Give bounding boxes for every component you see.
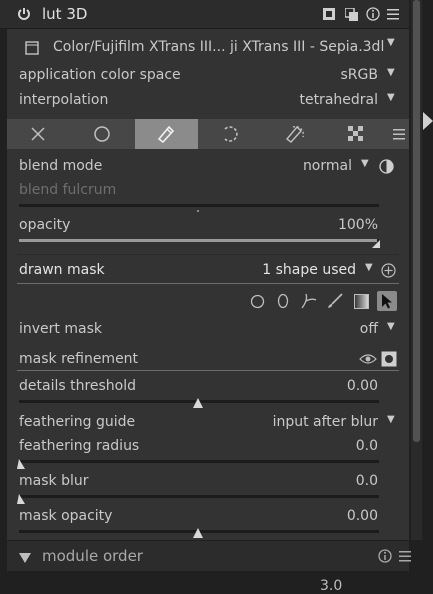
mask-blur-handle[interactable]	[17, 492, 25, 508]
reset-icon[interactable]	[378, 549, 392, 567]
drawn-mask-icon	[157, 125, 175, 147]
lut-file-row[interactable]: Color/Fujifilm XTrans III... ji XTrans I…	[17, 36, 399, 60]
gradient-shape-icon[interactable]	[354, 294, 369, 313]
chevron-down-icon[interactable]: ▼	[365, 262, 373, 273]
footer-partial-value: 3.0	[320, 578, 343, 594]
tab-drawn-mask[interactable]	[135, 119, 198, 149]
blend-toggle-icon[interactable]	[379, 159, 394, 178]
module-order-header[interactable]: module order	[7, 541, 411, 571]
invert-mask-label: invert mask	[19, 321, 102, 337]
tab-drawn-parametric[interactable]	[261, 119, 324, 149]
invert-mask-value[interactable]: off	[320, 321, 378, 337]
module-header[interactable]: lut 3D	[0, 0, 409, 29]
mask-opacity-label: mask opacity	[19, 508, 113, 524]
tab-parametric[interactable]	[198, 119, 261, 149]
feathering-guide-label: feathering guide	[19, 414, 136, 430]
edit-shapes-icon[interactable]	[377, 291, 397, 311]
chevron-down-icon[interactable]: ▼	[387, 37, 395, 48]
feathering-radius-slider[interactable]	[19, 460, 379, 463]
feathering-radius-handle[interactable]	[17, 457, 25, 473]
blend-fulcrum-slider[interactable]	[19, 204, 379, 207]
scrollbar-thumb[interactable]	[413, 0, 420, 442]
show-mask-icon[interactable]	[359, 353, 377, 369]
mask-refinement-underline	[17, 370, 399, 371]
mask-refinement-label: mask refinement	[19, 351, 139, 367]
ellipse-shape-icon[interactable]	[277, 293, 289, 313]
feathering-radius-label: feathering radius	[19, 438, 140, 454]
feathering-guide-value[interactable]: input after blur	[250, 414, 378, 430]
chevron-down-icon[interactable]: ▼	[387, 92, 395, 103]
drawn-parametric-icon	[285, 125, 305, 147]
details-threshold-label: details threshold	[19, 378, 137, 394]
interpolation-value[interactable]: tetrahedral	[270, 92, 378, 108]
blend-mode-value[interactable]: normal	[280, 158, 352, 174]
tab-menu-icon[interactable]	[393, 128, 405, 144]
divider	[17, 254, 399, 255]
chevron-down-icon[interactable]: ▼	[387, 67, 395, 78]
chevron-down-icon[interactable]: ▼	[361, 158, 369, 169]
drawn-mask-label: drawn mask	[19, 262, 105, 278]
circle-shape-icon[interactable]	[250, 294, 265, 313]
off-icon	[31, 127, 45, 145]
opacity-fill	[19, 239, 377, 242]
module-title: lut 3D	[42, 5, 88, 23]
details-threshold-value[interactable]: 0.00	[300, 378, 378, 394]
details-threshold-handle[interactable]	[193, 396, 203, 412]
tab-raster[interactable]	[324, 119, 387, 149]
menu-icon[interactable]	[387, 8, 399, 24]
mask-blur-label: mask blur	[19, 473, 89, 489]
app-color-space-value[interactable]: sRGB	[300, 67, 378, 83]
drawn-mask-underline	[17, 283, 399, 284]
presets-icon[interactable]	[323, 8, 335, 24]
power-icon[interactable]	[17, 7, 31, 25]
app-color-space-label: application color space	[19, 67, 181, 83]
mask-display-icon[interactable]	[381, 351, 397, 371]
multi-instance-icon[interactable]	[344, 7, 358, 25]
opacity-label: opacity	[19, 217, 71, 233]
chevron-down-icon[interactable]: ▼	[387, 321, 395, 332]
menu-icon[interactable]	[399, 550, 411, 566]
collapse-triangle-icon[interactable]	[19, 551, 31, 567]
module-order-title: module order	[42, 547, 143, 565]
blend-fulcrum-marker	[197, 210, 199, 212]
tab-off[interactable]	[7, 119, 70, 149]
lut-file-label: Color/Fujifilm XTrans III... ji XTrans I…	[53, 39, 385, 55]
add-shape-icon[interactable]	[381, 263, 396, 282]
tab-uniform[interactable]	[70, 119, 133, 149]
chevron-down-icon[interactable]: ▼	[387, 414, 395, 425]
interpolation-label: interpolation	[19, 92, 109, 108]
feathering-radius-value[interactable]: 0.0	[300, 438, 378, 454]
mask-opacity-value[interactable]: 0.00	[300, 508, 378, 524]
uniform-icon	[94, 126, 110, 146]
mask-blur-value[interactable]: 0.0	[300, 473, 378, 489]
drawn-mask-value[interactable]: 1 shape used	[250, 262, 356, 278]
opacity-value[interactable]: 100%	[300, 217, 378, 233]
blend-fulcrum-label: blend fulcrum	[19, 182, 117, 198]
brush-shape-icon[interactable]	[326, 292, 344, 314]
path-shape-icon[interactable]	[300, 292, 318, 314]
file-icon[interactable]	[25, 41, 39, 59]
parametric-icon	[222, 125, 240, 147]
opacity-handle[interactable]	[372, 236, 380, 252]
blend-tabs	[7, 119, 409, 149]
mask-opacity-handle[interactable]	[193, 526, 203, 542]
blend-mode-label: blend mode	[19, 158, 103, 174]
mask-blur-slider[interactable]	[19, 495, 379, 498]
expand-arrow-icon[interactable]	[423, 112, 433, 134]
reset-icon[interactable]	[366, 7, 380, 25]
raster-icon	[348, 126, 364, 146]
